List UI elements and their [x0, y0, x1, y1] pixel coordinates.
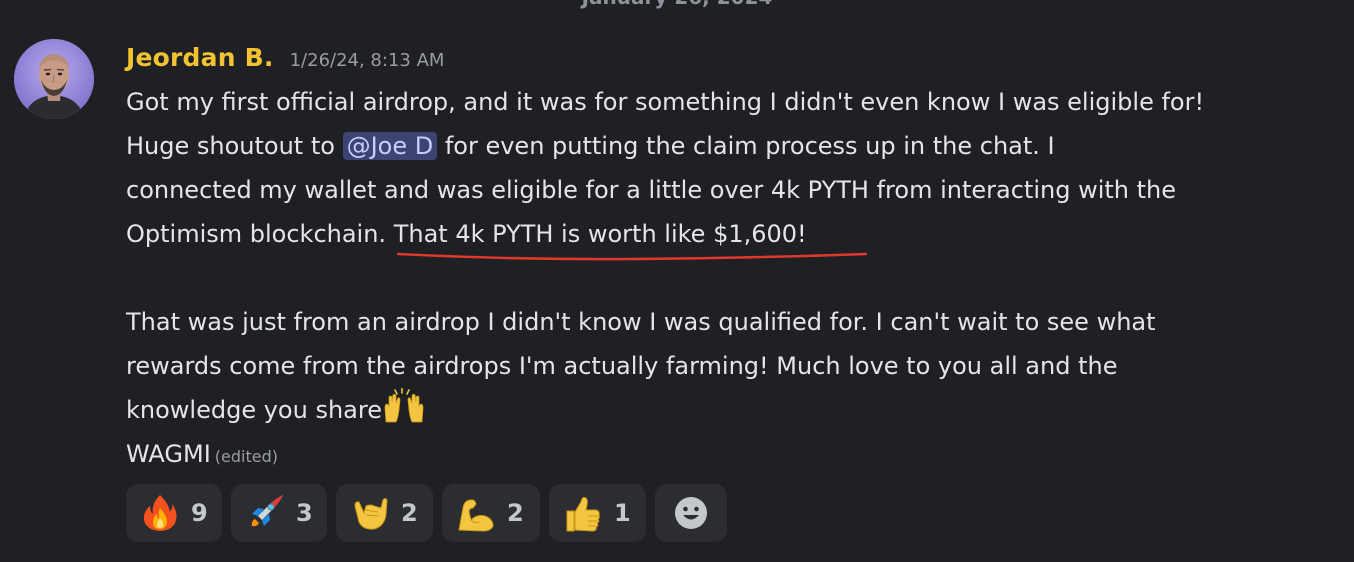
reactions-bar: 9 3 2 2 1: [126, 484, 727, 542]
raising-hands-icon: [384, 388, 424, 423]
avatar[interactable]: [14, 39, 94, 119]
fire-icon: [143, 495, 177, 531]
message-line: WAGMI (edited): [126, 432, 1341, 476]
reaction-call-me-hand[interactable]: 2: [336, 484, 433, 542]
username[interactable]: Jeordan B.: [126, 40, 274, 76]
message-line: Got my first official airdrop, and it wa…: [126, 80, 1341, 124]
message-text: rewards come from the airdrops I'm actua…: [126, 352, 1118, 380]
smiley-face-icon: [675, 497, 707, 529]
reaction-count: 9: [191, 499, 208, 527]
message-body: Got my first official airdrop, and it wa…: [126, 80, 1341, 476]
reaction-count: 2: [507, 499, 524, 527]
message-line: That was just from an airdrop I didn't k…: [126, 300, 1341, 344]
message-text: That 4k PYTH is worth like $1,600!: [393, 220, 807, 248]
underlined-text: That 4k PYTH is worth like $1,600!: [393, 212, 867, 261]
user-mention[interactable]: @Joe D: [342, 132, 438, 160]
message-text: Got my first official airdrop, and it wa…: [126, 88, 1205, 116]
message-line: Optimism blockchain. That 4k PYTH is wor…: [126, 212, 1341, 261]
message-line: rewards come from the airdrops I'm actua…: [126, 344, 1341, 388]
add-reaction-button[interactable]: [655, 484, 727, 542]
message-text: for even putting the claim process up in…: [437, 132, 1055, 160]
message-text: Optimism blockchain.: [126, 220, 394, 248]
message-text: WAGMI: [126, 440, 211, 468]
chat-view: January 26, 2024 Jeordan B. 1/26/24, 8:1: [0, 0, 1354, 562]
message-line: connected my wallet and was eligible for…: [126, 168, 1341, 212]
message-text: That was just from an airdrop I didn't k…: [126, 308, 1156, 336]
avatar-image: [14, 39, 94, 119]
reaction-fire[interactable]: 9: [126, 484, 222, 542]
call-me-hand-icon: [354, 498, 388, 530]
reaction-count: 3: [296, 499, 313, 527]
date-divider: January 26, 2024: [0, 0, 1354, 8]
thumbs-up-icon: [566, 497, 600, 532]
rocket-icon: [251, 495, 283, 527]
message-header: Jeordan B. 1/26/24, 8:13 AM: [126, 40, 444, 76]
message-text: Huge shoutout to: [126, 132, 343, 160]
flexed-biceps-icon: [458, 499, 494, 532]
reaction-thumbs-up[interactable]: 1: [549, 484, 646, 542]
reaction-count: 1: [614, 499, 631, 527]
reaction-rocket[interactable]: 3: [231, 484, 327, 542]
message-line: Huge shoutout to @Joe D for even putting…: [126, 124, 1341, 168]
reaction-count: 2: [401, 499, 418, 527]
message-text: knowledge you share: [126, 396, 382, 424]
reaction-flexed-biceps[interactable]: 2: [442, 484, 540, 542]
message-line: knowledge you share: [126, 388, 1341, 432]
timestamp[interactable]: 1/26/24, 8:13 AM: [290, 43, 445, 79]
edited-label: (edited): [214, 447, 278, 466]
message-text: connected my wallet and was eligible for…: [126, 176, 1176, 204]
